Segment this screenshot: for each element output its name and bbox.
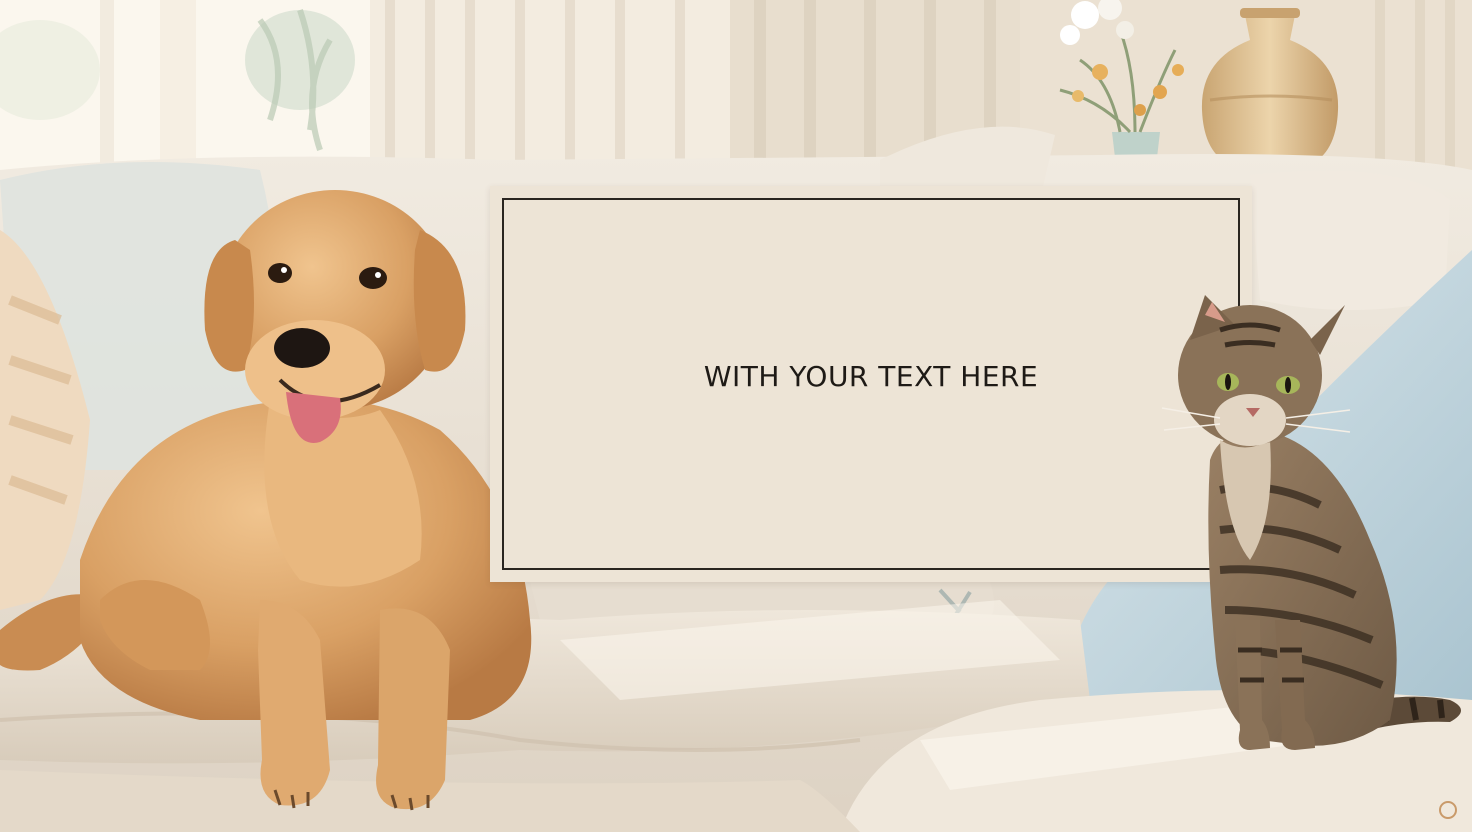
text-card: WITH YOUR TEXT HERE [490, 186, 1252, 582]
illustration-scene: WITH YOUR TEXT HERE [0, 0, 1472, 832]
card-caption: WITH YOUR TEXT HERE [703, 360, 1039, 393]
window [0, 0, 370, 170]
tabby-cat [1161, 295, 1461, 750]
